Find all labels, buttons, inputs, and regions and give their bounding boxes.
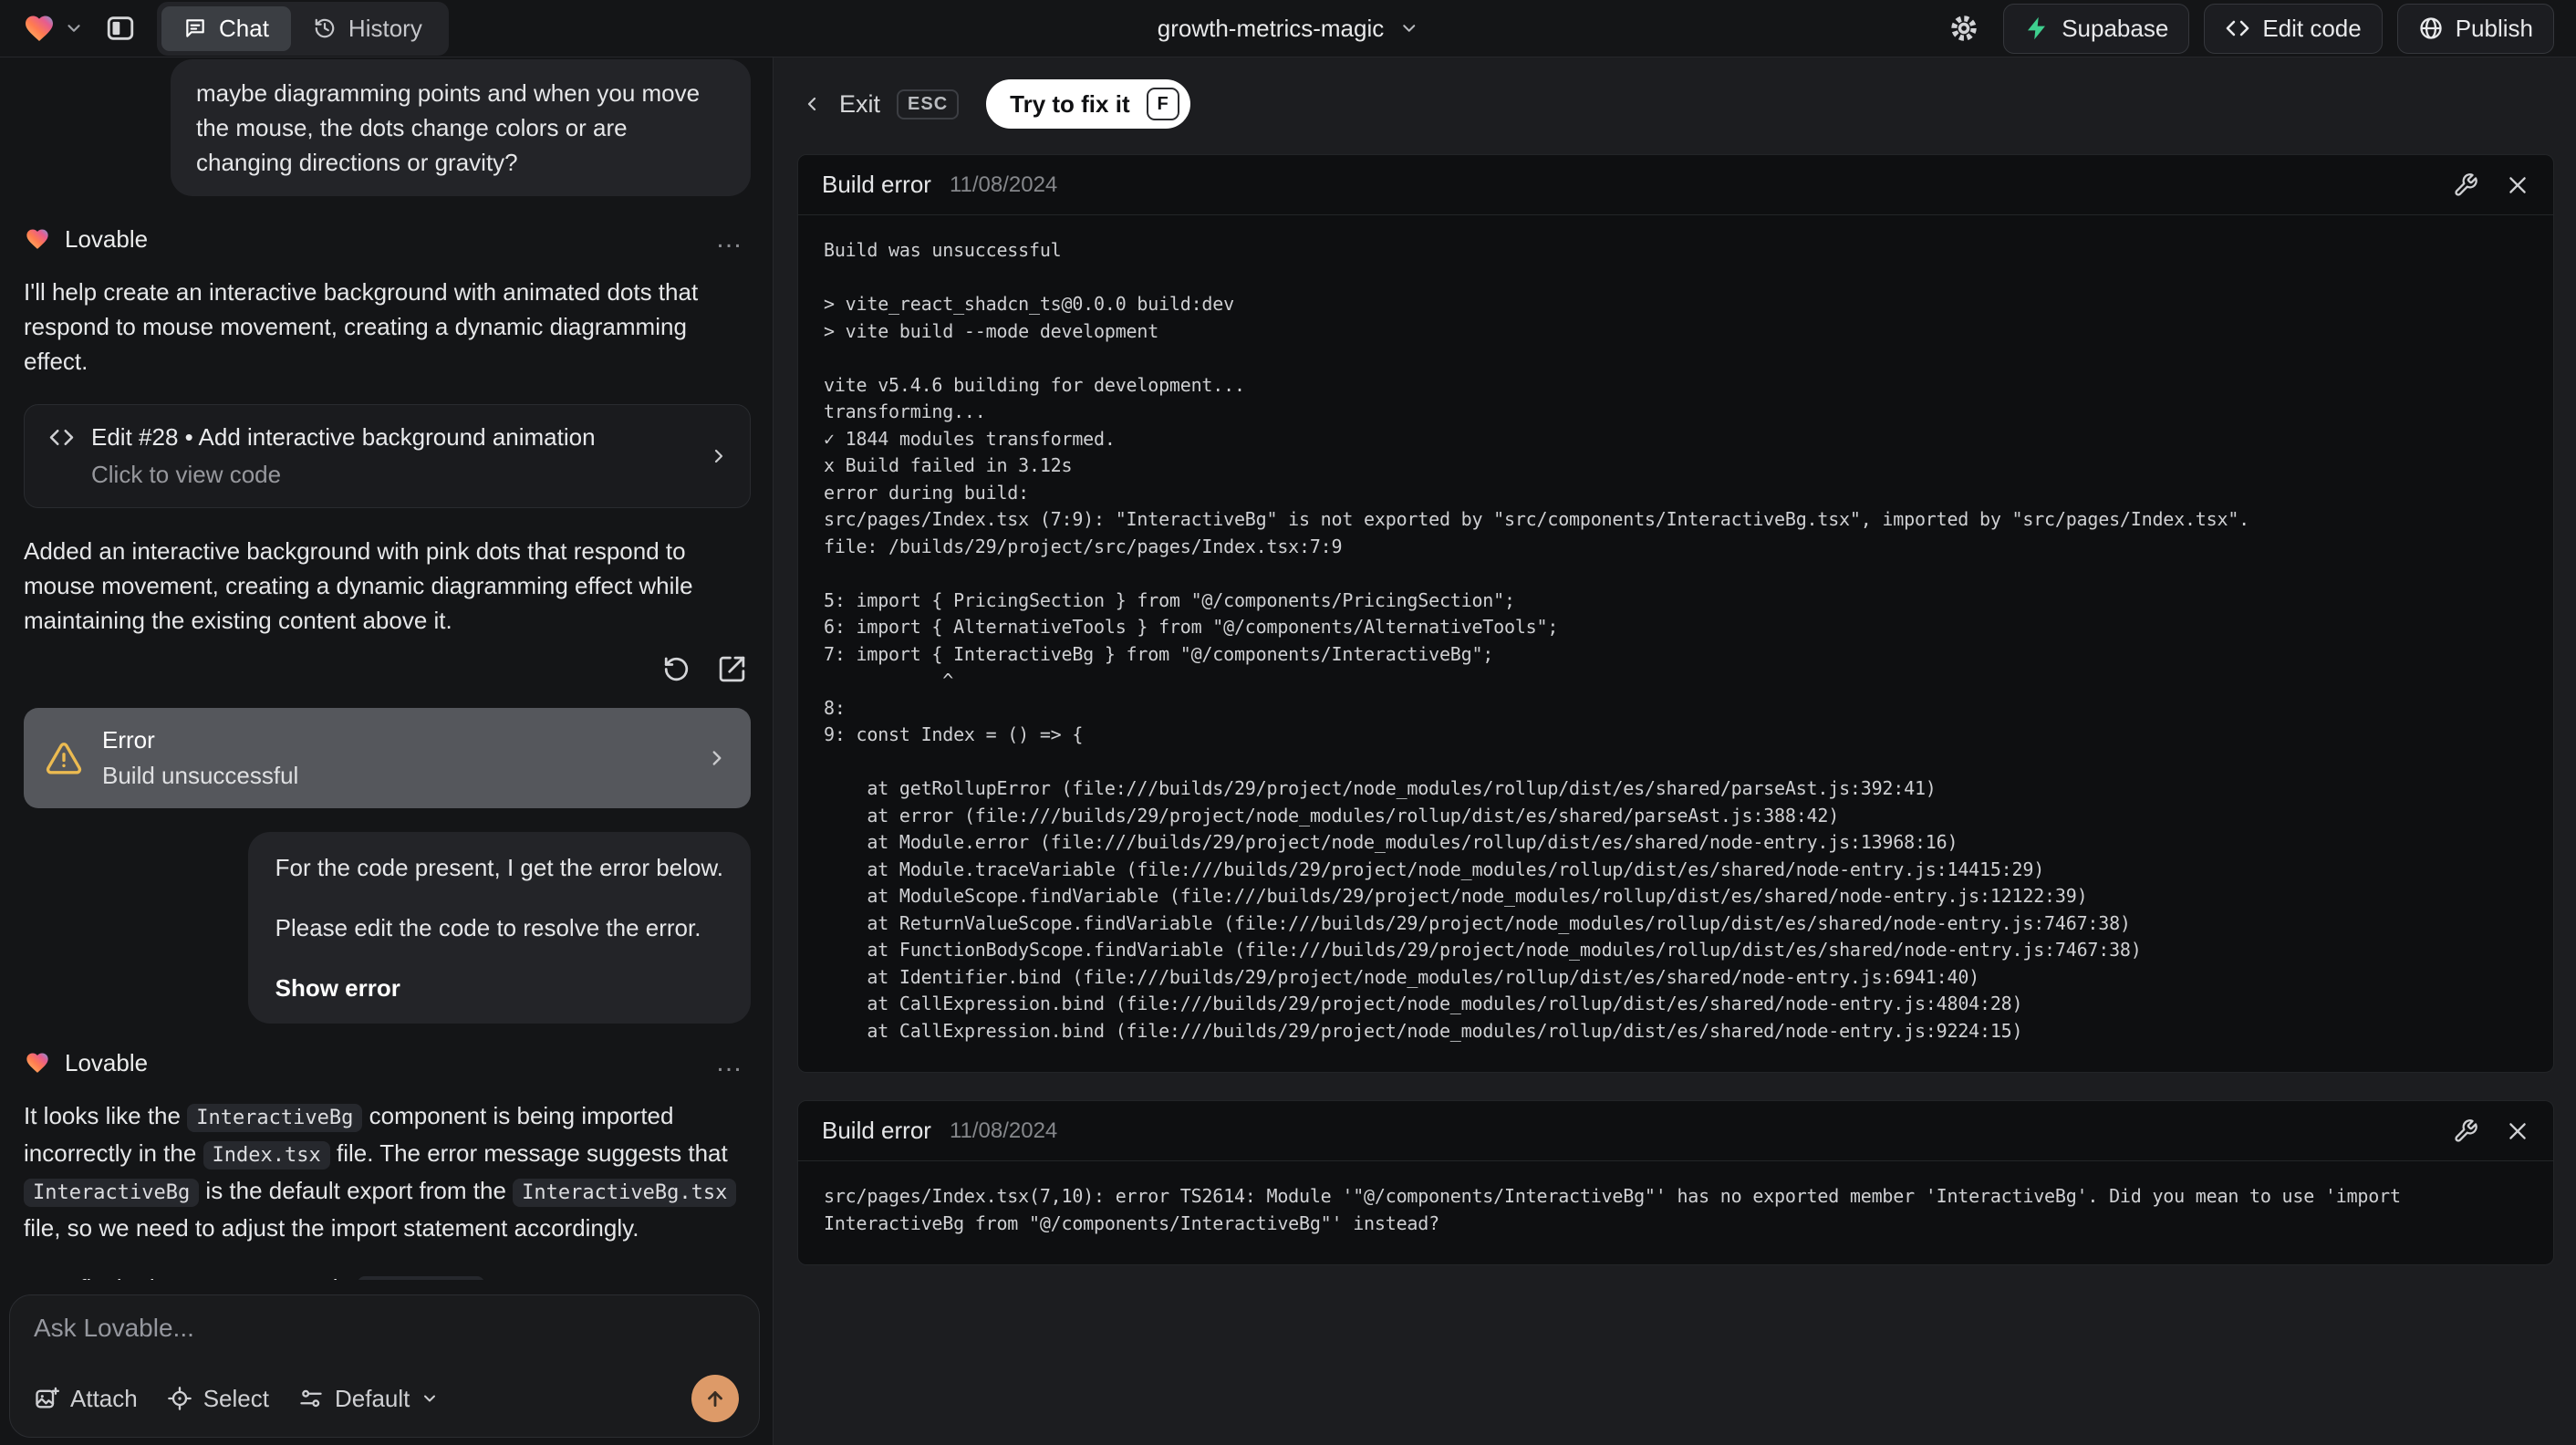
tab-history[interactable]: History	[291, 6, 444, 51]
user-message: For the code present, I get the error be…	[247, 832, 751, 1024]
code-brackets-icon	[48, 424, 75, 451]
build-error-panel-1: Build error 11/08/2024 Build was unsucce…	[797, 154, 2554, 1073]
more-options-icon[interactable]: …	[710, 1047, 751, 1078]
chat-panel: maybe diagramming points and when you mo…	[0, 57, 774, 1445]
esc-key-badge: ESC	[897, 88, 960, 120]
user-message: maybe diagramming points and when you mo…	[171, 59, 751, 196]
build-error-date: 11/08/2024	[949, 172, 1058, 197]
error-card-title: Error	[102, 726, 155, 754]
f-key-badge: F	[1146, 88, 1179, 120]
console-output: Build was unsuccessful > vite_react_shad…	[824, 239, 2250, 1042]
fix-button-label: Try to fix it	[1010, 89, 1130, 118]
lovable-heart-icon	[22, 12, 57, 45]
supabase-button[interactable]: Supabase	[2003, 3, 2190, 54]
assistant-text: I'll help create an interactive backgrou…	[24, 278, 699, 375]
assistant-text-with-code: It looks like the InteractiveBg componen…	[24, 1098, 751, 1245]
assistant-message-header: Lovable …	[24, 224, 751, 255]
console-output: src/pages/Index.tsx(7,10): error TS2614:…	[824, 1185, 2412, 1234]
edit-28-subtitle: Click to view code	[91, 461, 282, 488]
fix-wrench-icon[interactable]	[2453, 172, 2478, 198]
close-icon[interactable]	[2506, 173, 2529, 197]
chevron-right-icon	[705, 746, 729, 770]
assistant-message-header: Lovable …	[24, 1047, 751, 1078]
project-name: growth-metrics-magic	[1157, 14, 1385, 42]
chat-message-list[interactable]: maybe diagramming points and when you mo…	[0, 57, 773, 1280]
select-button[interactable]: Select	[167, 1385, 269, 1413]
user-message-line: Please edit the code to resolve the erro…	[275, 914, 701, 941]
send-button[interactable]	[691, 1375, 739, 1422]
build-error-log[interactable]: src/pages/Index.tsx(7,10): error TS2614:…	[798, 1161, 2553, 1264]
chevron-down-icon	[64, 18, 84, 38]
exit-button[interactable]: Exit ESC	[801, 88, 960, 120]
assistant-name: Lovable	[65, 1048, 149, 1076]
build-error-panel-header: Build error 11/08/2024	[798, 155, 2553, 215]
project-switcher[interactable]: growth-metrics-magic	[1158, 15, 1419, 43]
lovable-heart-icon	[24, 226, 51, 252]
edit-code-button[interactable]: Edit code	[2204, 3, 2383, 54]
exit-label: Exit	[839, 89, 881, 118]
sliders-icon	[298, 1386, 324, 1411]
build-error-card[interactable]: Error Build unsuccessful	[24, 708, 751, 808]
model-label: Default	[334, 1384, 410, 1412]
try-to-fix-button[interactable]: Try to fix it F	[986, 79, 1190, 129]
lovable-logo-menu[interactable]	[22, 12, 84, 45]
publish-button[interactable]: Publish	[2396, 3, 2554, 54]
chevron-down-icon	[1398, 18, 1418, 38]
build-error-panel-header: Build error 11/08/2024	[798, 1101, 2553, 1161]
user-message-line: For the code present, I get the error be…	[275, 854, 723, 881]
assistant-name: Lovable	[65, 224, 149, 253]
assistant-text-with-code: Let's fix the import statement in Index.…	[24, 1271, 751, 1280]
publish-label: Publish	[2455, 14, 2533, 42]
error-card-subtitle: Build unsuccessful	[102, 762, 299, 789]
preview-panel: Exit ESC Try to fix it F Build error 11/…	[774, 57, 2576, 1445]
supabase-bolt-icon	[2024, 16, 2050, 41]
chevron-down-icon	[421, 1389, 439, 1408]
attach-label: Attach	[70, 1384, 138, 1412]
arrow-up-icon	[703, 1387, 727, 1410]
message-actions	[24, 654, 751, 684]
chat-composer: Attach Select Default	[9, 1294, 760, 1438]
top-bar: Chat History growth-metrics-magic Supaba…	[0, 0, 2576, 57]
fix-wrench-icon[interactable]	[2453, 1118, 2478, 1144]
image-plus-icon	[34, 1386, 59, 1411]
close-icon[interactable]	[2506, 1119, 2529, 1143]
preview-header: Exit ESC Try to fix it F	[801, 79, 2554, 129]
tab-chat[interactable]: Chat	[161, 5, 291, 51]
edit-28-card[interactable]: Edit #28 • Add interactive background an…	[24, 404, 751, 508]
more-options-icon[interactable]: …	[710, 224, 751, 255]
history-clock-icon	[313, 16, 337, 40]
tab-chat-label: Chat	[219, 14, 269, 42]
open-external-icon[interactable]	[717, 654, 747, 684]
build-error-title: Build error	[822, 171, 931, 198]
build-error-date: 11/08/2024	[949, 1118, 1058, 1143]
lovable-heart-icon	[24, 1050, 51, 1076]
gear-icon	[1949, 14, 1979, 43]
retry-icon[interactable]	[661, 654, 691, 684]
build-error-panel-2: Build error 11/08/2024 src/pages/Index.t…	[797, 1100, 2554, 1265]
supabase-label: Supabase	[2062, 14, 2169, 42]
build-error-log[interactable]: Build was unsuccessful > vite_react_shad…	[798, 215, 2553, 1072]
chat-bubble-icon	[183, 16, 207, 40]
build-error-title: Build error	[822, 1117, 931, 1144]
settings-button[interactable]	[1939, 5, 1989, 52]
attach-button[interactable]: Attach	[34, 1385, 138, 1413]
chat-history-tab-group: Chat History	[157, 1, 449, 56]
model-selector[interactable]: Default	[298, 1385, 439, 1413]
warning-triangle-icon	[46, 740, 82, 776]
chat-input[interactable]	[34, 1314, 739, 1357]
sidebar-panel-icon	[105, 13, 136, 44]
assistant-text: Added an interactive background with pin…	[24, 537, 693, 634]
chevron-right-icon	[708, 445, 730, 467]
code-brackets-icon	[2225, 16, 2250, 41]
tab-history-label: History	[348, 14, 422, 42]
target-select-icon	[167, 1386, 192, 1411]
edit-28-title: Edit #28 • Add interactive background an…	[91, 423, 596, 451]
show-error-link[interactable]: Show error	[275, 971, 723, 1005]
chevron-left-icon	[801, 93, 823, 115]
globe-icon	[2418, 16, 2444, 41]
edit-code-label: Edit code	[2262, 14, 2362, 42]
sidebar-toggle-button[interactable]	[102, 10, 139, 47]
select-label: Select	[203, 1384, 269, 1412]
